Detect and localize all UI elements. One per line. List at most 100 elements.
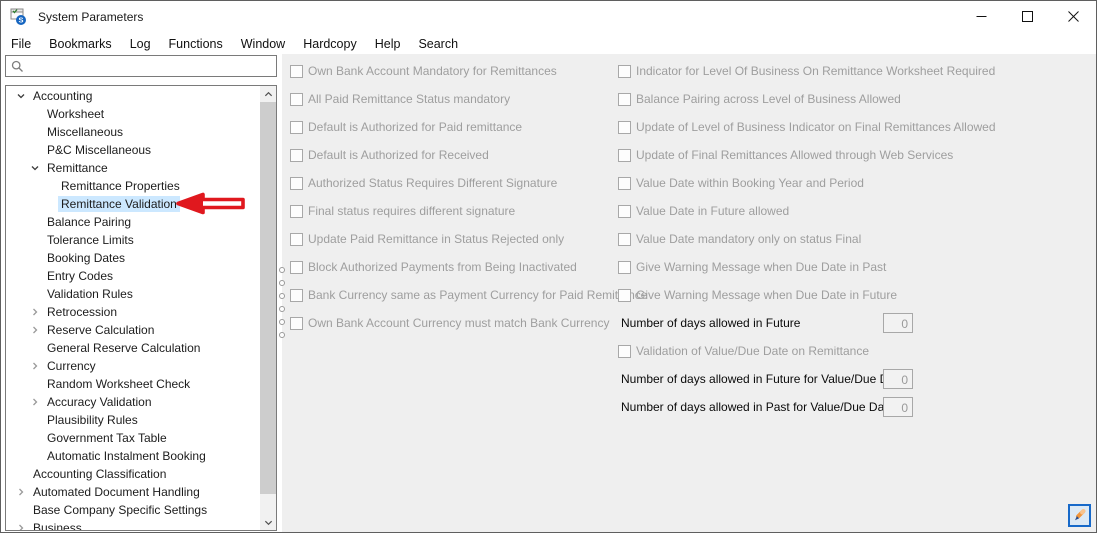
menu-item-log[interactable]: Log — [121, 35, 160, 53]
menu-item-bookmarks[interactable]: Bookmarks — [40, 35, 121, 53]
tree-item-plausibility-rules[interactable]: Plausibility Rules — [6, 411, 260, 429]
menu-item-file[interactable]: File — [2, 35, 40, 53]
checkbox-row: Value Date in Future allowed — [617, 197, 913, 225]
checkbox-default-is-authorized-for-received[interactable] — [290, 149, 303, 162]
checkbox-default-is-authorized-for-paid-remittance[interactable] — [290, 121, 303, 134]
splitter-grip[interactable] — [278, 267, 286, 347]
tree-item-remittance[interactable]: Remittance — [6, 159, 260, 177]
scroll-down-button[interactable] — [260, 514, 276, 530]
tree-item-base-company-specific-settings[interactable]: Base Company Specific Settings — [6, 501, 260, 519]
menu-item-help[interactable]: Help — [366, 35, 410, 53]
checkbox-value-date-within-booking-year-and-period[interactable] — [618, 177, 631, 190]
tree-item-business[interactable]: Business — [6, 519, 260, 530]
close-button[interactable] — [1050, 1, 1096, 32]
checkbox-label: Give Warning Message when Due Date in Pa… — [636, 260, 886, 274]
checkbox-authorized-status-requires-different-signature[interactable] — [290, 177, 303, 190]
checkbox-label: Default is Authorized for Paid remittanc… — [308, 120, 522, 134]
number-input-number-of-days-allowed-in-future[interactable]: 0 — [883, 313, 913, 333]
checkbox-label: All Paid Remittance Status mandatory — [308, 92, 510, 106]
tree-item-label: Worksheet — [44, 106, 107, 122]
tree-item-miscellaneous[interactable]: Miscellaneous — [6, 123, 260, 141]
checkbox-row: Bank Currency same as Payment Currency f… — [289, 281, 619, 309]
scroll-up-button[interactable] — [260, 86, 276, 102]
tree-indent-spacer — [12, 465, 30, 483]
menu-item-window[interactable]: Window — [232, 35, 294, 53]
tree-item-automatic-instalment-booking[interactable]: Automatic Instalment Booking — [6, 447, 260, 465]
tree-panel: AccountingWorksheet MiscellaneousP&C Misc… — [5, 85, 277, 531]
checkbox-own-bank-account-currency-must-match-bank-currency[interactable] — [290, 317, 303, 330]
tree-item-validation-rules[interactable]: Validation Rules — [6, 285, 260, 303]
menu-item-functions[interactable]: Functions — [160, 35, 232, 53]
minimize-icon — [976, 11, 987, 22]
chevron-right-icon[interactable] — [26, 303, 44, 321]
system-parameters-window: S System Parameters FileBookmarksLogFunc… — [0, 0, 1097, 533]
tree-item-booking-dates[interactable]: Booking Dates — [6, 249, 260, 267]
checkbox-label: Value Date within Booking Year and Perio… — [636, 176, 864, 190]
checkbox-validation-of-value-due-date-on-remittance[interactable] — [618, 345, 631, 358]
tree-item-general-reserve-calculation[interactable]: General Reserve Calculation — [6, 339, 260, 357]
chevron-right-icon[interactable] — [12, 483, 30, 501]
checkbox-update-of-final-remittances-allowed-through-web-services[interactable] — [618, 149, 631, 162]
tree-scrollbar[interactable] — [260, 86, 276, 530]
chevron-down-icon[interactable] — [12, 87, 30, 105]
tree-indent-spacer — [12, 501, 30, 519]
tree-item-accuracy-validation[interactable]: Accuracy Validation — [6, 393, 260, 411]
tree-indent-spacer — [26, 249, 44, 267]
tree-item-currency[interactable]: Currency — [6, 357, 260, 375]
checkbox-value-date-mandatory-only-on-status-final[interactable] — [618, 233, 631, 246]
chevron-right-icon[interactable] — [26, 321, 44, 339]
tree-item-accounting-classification[interactable]: Accounting Classification — [6, 465, 260, 483]
minimize-button[interactable] — [958, 1, 1004, 32]
checkbox-value-date-in-future-allowed[interactable] — [618, 205, 631, 218]
tree-item-balance-pairing[interactable]: Balance Pairing — [6, 213, 260, 231]
checkbox-update-of-level-of-business-indicator-on-final-remittances-allowed[interactable] — [618, 121, 631, 134]
tree-indent-spacer — [40, 177, 58, 195]
chevron-right-icon[interactable] — [26, 357, 44, 375]
chevron-right-icon[interactable] — [12, 519, 30, 530]
number-input-number-of-days-allowed-in-past-for-value-due-date[interactable]: 0 — [883, 397, 913, 417]
window-controls — [958, 1, 1096, 33]
checkbox-bank-currency-same-as-payment-currency-for-paid-remittance[interactable] — [290, 289, 303, 302]
left-parameter-column: Own Bank Account Mandatory for Remittanc… — [289, 57, 619, 337]
checkbox-row: Block Authorized Payments from Being Ina… — [289, 253, 619, 281]
tree-item-tolerance-limits[interactable]: Tolerance Limits — [6, 231, 260, 249]
menu-item-hardcopy[interactable]: Hardcopy — [294, 35, 366, 53]
tree-item-label: Miscellaneous — [44, 124, 126, 140]
tree-item-label: Remittance Properties — [58, 178, 183, 194]
tree-item-p-c-miscellaneous[interactable]: P&C Miscellaneous — [6, 141, 260, 159]
chevron-down-icon[interactable] — [26, 159, 44, 177]
checkbox-final-status-requires-different-signature[interactable] — [290, 205, 303, 218]
checkbox-give-warning-message-when-due-date-in-future[interactable] — [618, 289, 631, 302]
checkbox-update-paid-remittance-in-status-rejected-only[interactable] — [290, 233, 303, 246]
tree-item-government-tax-table[interactable]: Government Tax Table — [6, 429, 260, 447]
chevron-right-icon[interactable] — [26, 393, 44, 411]
checkbox-indicator-for-level-of-business-on-remittance-worksheet-required[interactable] — [618, 65, 631, 78]
tree-item-automated-document-handling[interactable]: Automated Document Handling — [6, 483, 260, 501]
tree-item-reserve-calculation[interactable]: Reserve Calculation — [6, 321, 260, 339]
checkbox-own-bank-account-mandatory-for-remittances[interactable] — [290, 65, 303, 78]
checkbox-all-paid-remittance-status-mandatory[interactable] — [290, 93, 303, 106]
checkbox-row: Default is Authorized for Received — [289, 141, 619, 169]
tree-item-worksheet[interactable]: Worksheet — [6, 105, 260, 123]
tree-item-retrocession[interactable]: Retrocession — [6, 303, 260, 321]
number-field-label: Number of days allowed in Future — [621, 316, 800, 330]
tree-item-accounting[interactable]: Accounting — [6, 87, 260, 105]
checkbox-row: Give Warning Message when Due Date in Fu… — [617, 281, 913, 309]
checkbox-label: Own Bank Account Mandatory for Remittanc… — [308, 64, 557, 78]
tree-indent-spacer — [26, 447, 44, 465]
tree-item-label: Accounting Classification — [30, 466, 169, 482]
tree-item-random-worksheet-check[interactable]: Random Worksheet Check — [6, 375, 260, 393]
tree-item-label: Base Company Specific Settings — [30, 502, 210, 518]
search-input[interactable] — [24, 57, 276, 75]
number-input-number-of-days-allowed-in-future-for-value-due-date[interactable]: 0 — [883, 369, 913, 389]
checkbox-block-authorized-payments-from-being-inactivated[interactable] — [290, 261, 303, 274]
scrollbar-thumb[interactable] — [260, 102, 276, 494]
maximize-button[interactable] — [1004, 1, 1050, 32]
checkbox-label: Validation of Value/Due Date on Remittan… — [636, 344, 869, 358]
tree-indent-spacer — [26, 105, 44, 123]
edit-button[interactable] — [1068, 504, 1091, 527]
menu-item-search[interactable]: Search — [409, 35, 467, 53]
checkbox-give-warning-message-when-due-date-in-past[interactable] — [618, 261, 631, 274]
checkbox-balance-pairing-across-level-of-business-allowed[interactable] — [618, 93, 631, 106]
tree-item-entry-codes[interactable]: Entry Codes — [6, 267, 260, 285]
